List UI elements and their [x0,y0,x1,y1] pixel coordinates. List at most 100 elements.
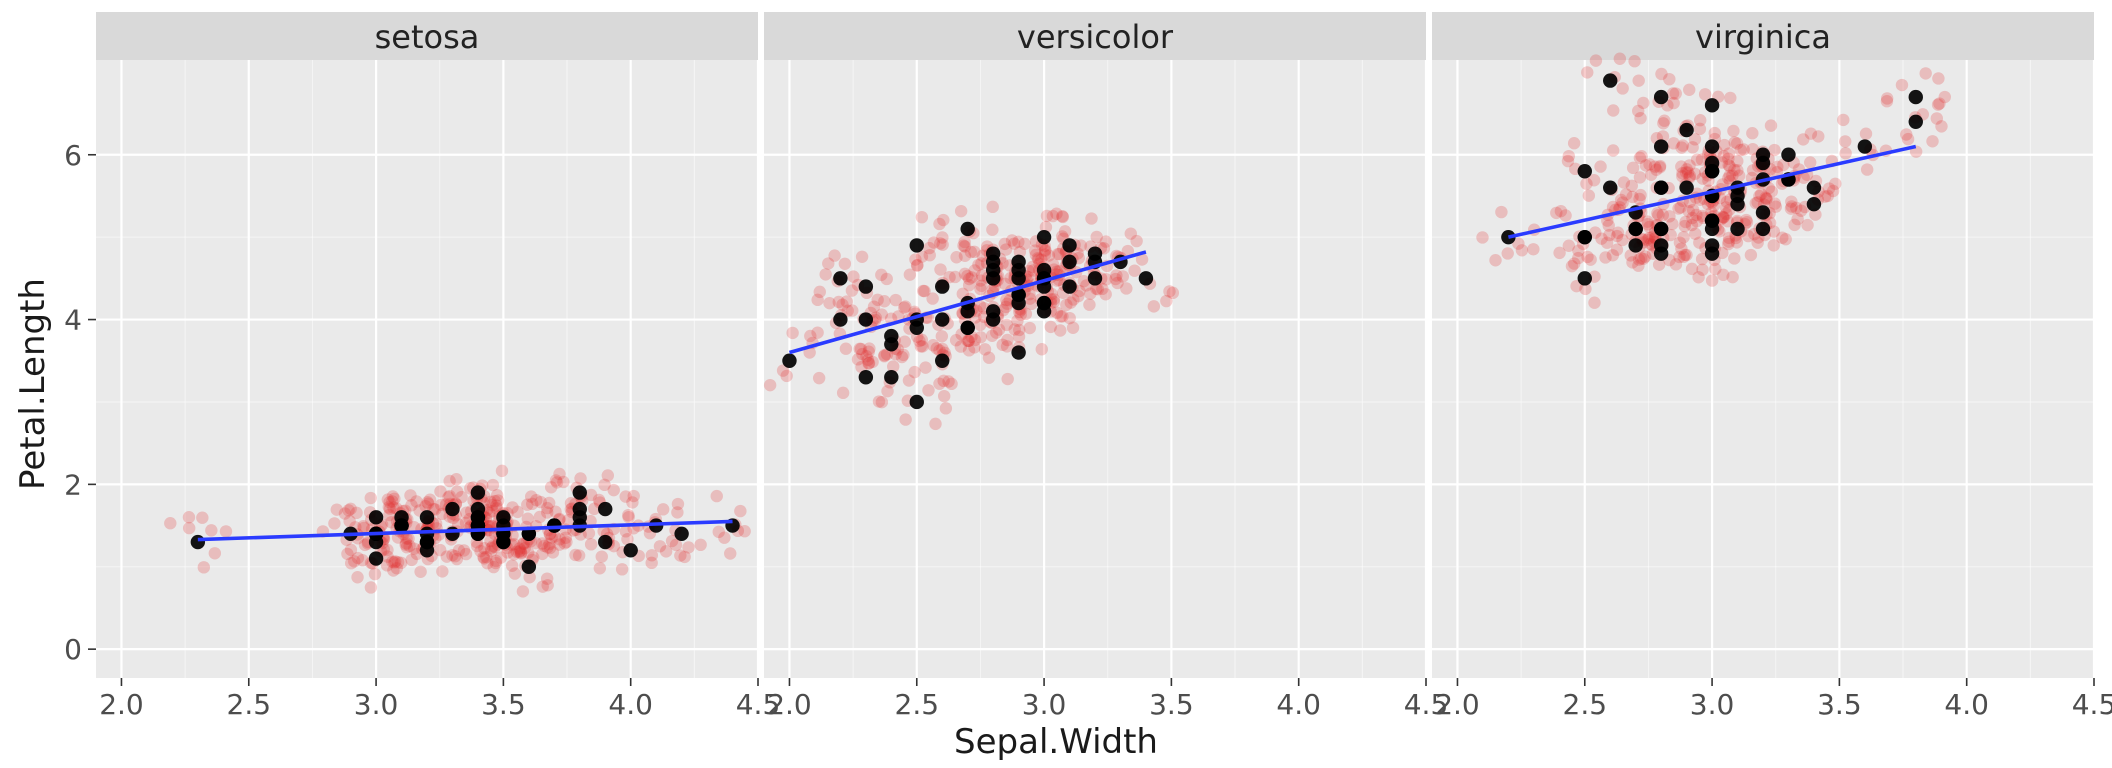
bootstrap-point [856,251,868,263]
bootstrap-point [819,268,831,280]
data-point [782,354,796,368]
bootstrap-point [1801,219,1813,231]
y-tick-label: 4 [64,304,82,337]
bootstrap-point [365,581,377,593]
bootstrap-point [1553,247,1565,259]
bootstrap-point [875,269,887,281]
bootstrap-point [1786,200,1798,212]
bootstrap-point [1667,137,1679,149]
bootstrap-point [1634,171,1646,183]
y-axis-label: Petal.Length [13,278,53,490]
bootstrap-point [1562,155,1574,167]
bootstrap-point [1056,310,1068,322]
data-point [1807,197,1821,211]
data-point [1654,90,1668,104]
bootstrap-point [811,294,823,306]
bootstrap-point [1581,66,1593,78]
bootstrap-point [1709,127,1721,139]
bootstrap-point [940,402,952,414]
x-tick-label: 2.5 [895,688,940,721]
x-tick-label: 2.0 [99,688,144,721]
bootstrap-point [357,520,369,532]
facet-panel: virginica 2.02.53.03.54.04.5 [1432,12,2094,678]
data-point [1062,255,1076,269]
bootstrap-point [922,384,934,396]
bootstrap-point [1657,117,1669,129]
bootstrap-point [958,236,970,248]
bootstrap-point [1733,170,1745,182]
bootstrap-point [574,472,586,484]
data-point [573,510,587,524]
x-tick-label: 4.0 [1944,688,1989,721]
data-point [1705,222,1719,236]
bootstrap-point [1861,163,1873,175]
facet-panel: setosa 2.02.53.03.54.04.50246 [96,12,758,678]
bootstrap-point [209,547,221,559]
bootstrap-point [450,473,462,485]
bootstrap-point [434,485,446,497]
y-tick-label: 6 [64,139,82,172]
bootstrap-point [671,506,683,518]
bootstrap-point [1931,112,1943,124]
bootstrap-point [526,498,538,510]
bootstrap-point [198,561,210,573]
data-point [1756,205,1770,219]
data-point [1578,164,1592,178]
bootstrap-point [458,544,470,556]
bootstrap-point [1618,176,1630,188]
bootstrap-point [974,283,986,295]
bootstrap-point [1614,53,1626,65]
bootstrap-point [1649,160,1661,172]
bootstrap-point [1036,343,1048,355]
bootstrap-point [545,481,557,493]
plot-panel: 2.02.53.03.54.04.5 [1432,60,2094,678]
bootstrap-point [949,271,961,283]
bootstrap-point [1594,160,1606,172]
bootstrap-point [1823,182,1835,194]
bootstrap-point [1090,231,1102,243]
data-point [986,246,1000,260]
bootstrap-point [934,263,946,275]
data-point [1756,156,1770,170]
bootstrap-point [220,525,232,537]
bootstrap-point [506,560,518,572]
bootstrap-point [1780,233,1792,245]
x-tick-label: 3.0 [1022,688,1067,721]
data-point [1088,271,1102,285]
bootstrap-point [594,562,606,574]
bootstrap-point [871,294,883,306]
bootstrap-point [1015,309,1027,321]
bootstrap-point [1580,178,1592,190]
data-point [1037,296,1051,310]
facet-strip-label: setosa [96,12,758,60]
bootstrap-point [1683,84,1695,96]
bootstrap-point [183,522,195,534]
bootstrap-point [983,352,995,364]
x-tick-label: 4.0 [608,688,653,721]
bootstrap-point [164,517,176,529]
bootstrap-point [345,544,357,556]
bootstrap-point [1706,274,1718,286]
bootstrap-point [873,395,885,407]
data-point [1139,271,1153,285]
data-point [522,560,536,574]
x-axis-label: Sepal.Width [954,722,1158,762]
bootstrap-point [1012,236,1024,248]
bootstrap-point [348,555,360,567]
bootstrap-point [328,517,340,529]
data-point [1011,345,1025,359]
data-point [1088,246,1102,260]
data-point [1705,98,1719,112]
bootstrap-point [1634,112,1646,124]
bootstrap-point [451,485,463,497]
bootstrap-point [813,372,825,384]
bootstrap-point [391,562,403,574]
data-point [496,510,510,524]
data-point [1603,181,1617,195]
bootstrap-point [558,537,570,549]
data-point [598,535,612,549]
bootstrap-point [654,540,666,552]
data-point [445,502,459,516]
x-tick-label: 3.0 [1690,688,1735,721]
bootstrap-point [1527,243,1539,255]
